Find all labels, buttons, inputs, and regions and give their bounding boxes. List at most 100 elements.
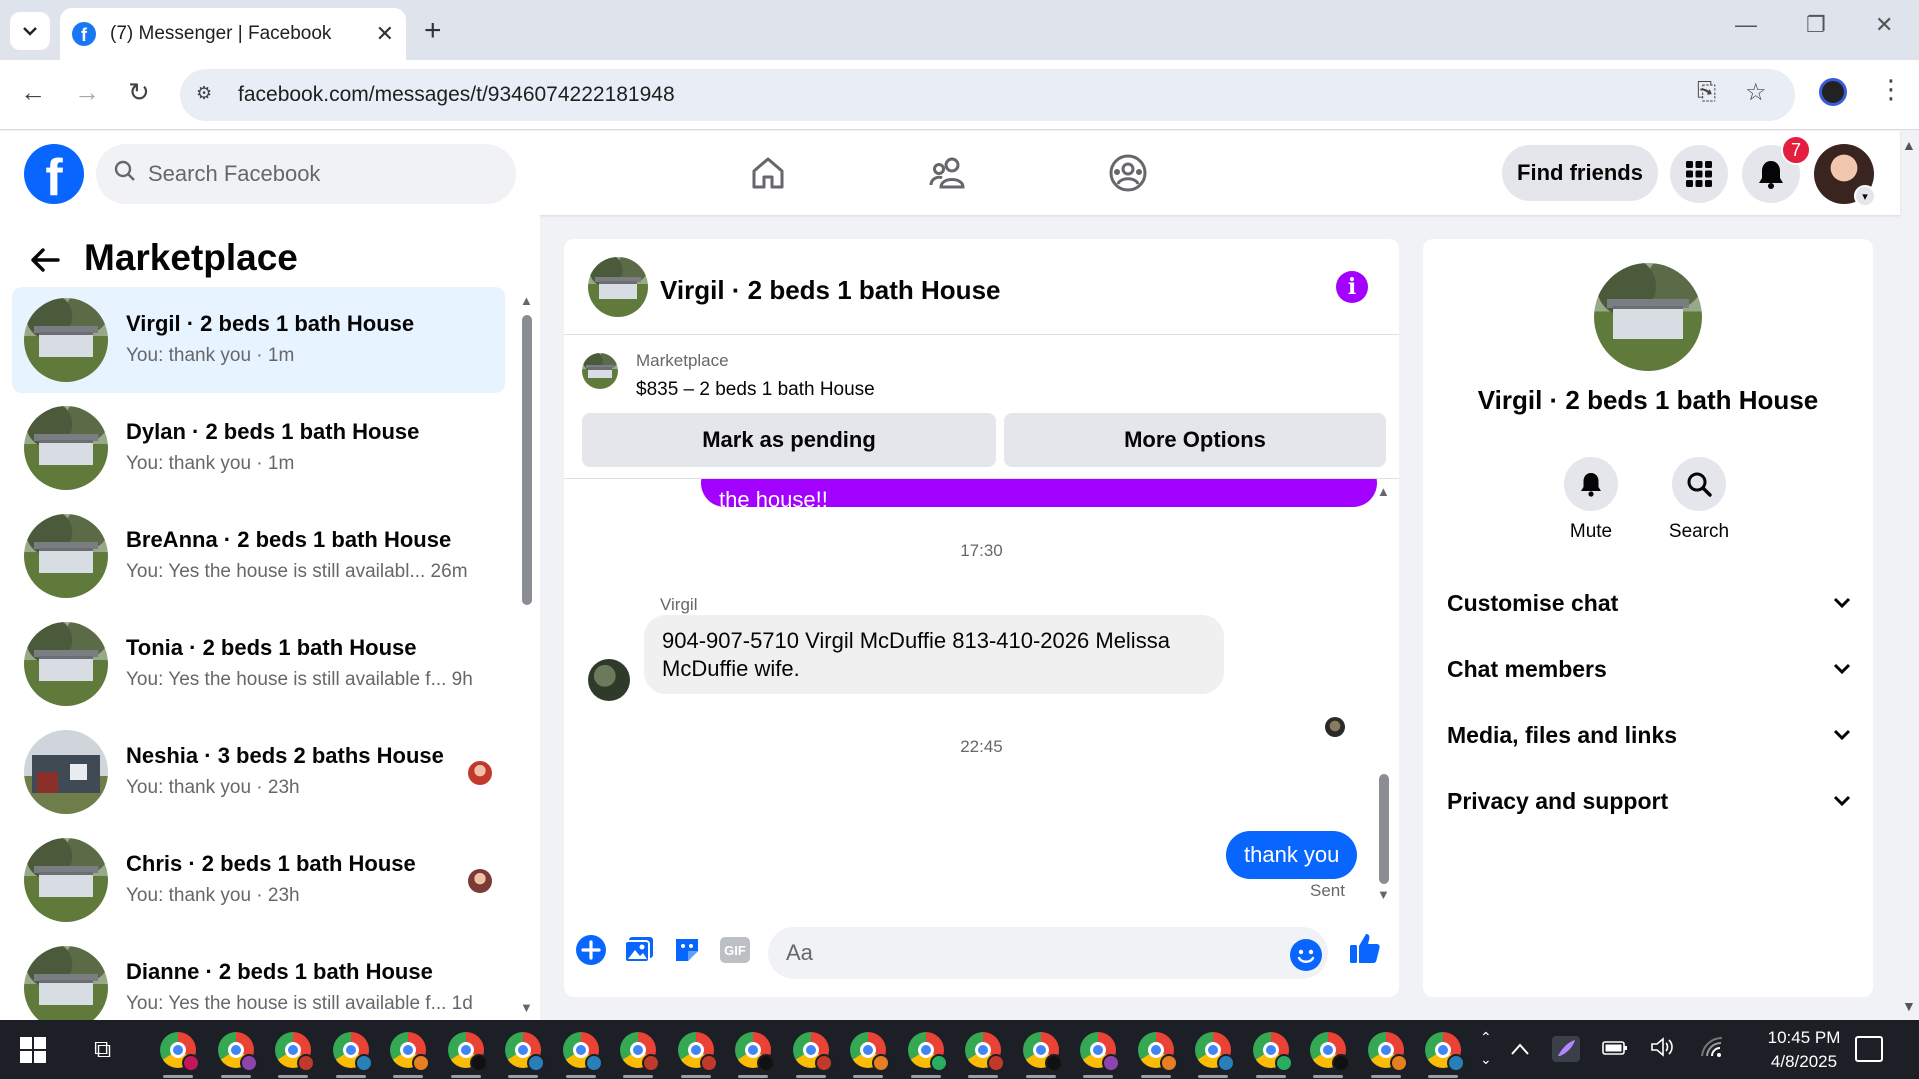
conversation-header-avatar[interactable]	[588, 257, 648, 317]
volume-icon[interactable]	[1650, 1036, 1676, 1064]
pen-feather-icon[interactable]	[1552, 1036, 1580, 1068]
listing-thumbnail[interactable]	[582, 353, 618, 389]
list-scroll-down-icon[interactable]: ▼	[520, 1000, 533, 1015]
thumbs-up-icon[interactable]	[1348, 931, 1382, 965]
facebook-search[interactable]	[96, 144, 516, 204]
chrome-taskbar-icon[interactable]	[160, 1032, 200, 1072]
chrome-taskbar-icon[interactable]	[275, 1032, 315, 1072]
listing-price-title[interactable]: $835 – 2 beds 1 bath House	[636, 379, 875, 401]
chrome-taskbar-icon[interactable]	[562, 1032, 603, 1072]
notification-center-icon[interactable]	[1855, 1036, 1883, 1062]
conversation-item[interactable]: BreAnna · 2 beds 1 bath House You: Yes t…	[12, 503, 505, 609]
back-arrow-icon[interactable]	[30, 243, 60, 282]
chrome-taskbar-icon[interactable]	[1252, 1032, 1293, 1072]
task-view-icon[interactable]: ⧉	[94, 1036, 111, 1064]
back-icon[interactable]: ←	[20, 77, 46, 108]
customise-chat-section[interactable]: Customise chat	[1447, 575, 1851, 631]
reload-icon[interactable]: ↻	[128, 77, 150, 108]
chrome-taskbar-icon[interactable]	[850, 1032, 890, 1072]
chrome-taskbar-icon[interactable]	[505, 1032, 545, 1072]
chrome-taskbar-icon[interactable]	[1367, 1032, 1408, 1072]
site-info-icon[interactable]: ⚙	[196, 83, 220, 107]
conversation-item[interactable]: Virgil · 2 beds 1 bath House You: thank …	[12, 287, 505, 393]
chrome-taskbar-icon[interactable]	[1022, 1032, 1063, 1072]
chrome-taskbar-icon[interactable]	[217, 1032, 258, 1072]
bookmark-star-icon[interactable]: ☆	[1745, 78, 1767, 107]
account-chevron-icon[interactable]: ▾	[1854, 185, 1876, 207]
wifi-icon[interactable]	[1700, 1036, 1724, 1064]
close-window-icon[interactable]: ✕	[1875, 12, 1893, 38]
restore-icon[interactable]: ❐	[1806, 12, 1826, 38]
gif-icon[interactable]: GIF	[718, 933, 752, 967]
details-avatar[interactable]	[1594, 263, 1702, 371]
conversation-item[interactable]: Neshia · 3 beds 2 baths House You: thank…	[12, 719, 505, 825]
message-input[interactable]	[768, 927, 1328, 979]
photo-icon[interactable]	[622, 933, 656, 967]
address-bar[interactable]: ⚙ facebook.com/messages/t/93460742221819…	[180, 69, 1795, 121]
tab-search-button[interactable]	[10, 12, 50, 50]
chrome-taskbar-icon[interactable]	[390, 1032, 430, 1072]
emoji-icon[interactable]	[1290, 939, 1322, 971]
chat-members-section[interactable]: Chat members	[1447, 641, 1851, 697]
chrome-taskbar-icon[interactable]	[792, 1032, 833, 1072]
conversation-item[interactable]: Chris · 2 beds 1 bath House You: thank y…	[12, 827, 505, 933]
sent-message-bubble[interactable]: thank you	[1226, 831, 1358, 879]
chrome-taskbar-icon[interactable]	[1310, 1032, 1350, 1072]
chrome-taskbar-icon[interactable]	[677, 1032, 718, 1072]
plus-circle-icon[interactable]	[574, 933, 608, 967]
sender-avatar[interactable]	[588, 659, 630, 701]
battery-icon[interactable]	[1602, 1036, 1628, 1062]
thread-scrollbar[interactable]	[1379, 774, 1389, 884]
list-scroll-up-icon[interactable]: ▲	[520, 293, 533, 308]
mark-as-pending-button[interactable]: Mark as pending	[582, 413, 996, 467]
conversation-item[interactable]: Dylan · 2 beds 1 bath House You: thank y…	[12, 395, 505, 501]
browser-menu-icon[interactable]: ⋮	[1878, 74, 1904, 105]
media-files-links-section[interactable]: Media, files and links	[1447, 707, 1851, 763]
sticker-icon[interactable]	[670, 933, 704, 967]
find-friends-button[interactable]: Find friends	[1502, 145, 1658, 201]
chrome-taskbar-icon[interactable]	[1080, 1032, 1120, 1072]
sent-message-bubble[interactable]: the house!!	[701, 479, 1377, 507]
received-message-bubble[interactable]: 904-907-5710 Virgil McDuffie 813-410-202…	[644, 615, 1224, 694]
chrome-taskbar-icon[interactable]	[332, 1032, 373, 1072]
install-app-icon[interactable]: ⎘	[1697, 78, 1716, 106]
chrome-taskbar-icon[interactable]	[1195, 1032, 1235, 1072]
search-in-conversation-button[interactable]: Search	[1649, 457, 1749, 543]
windows-start-icon[interactable]	[20, 1037, 46, 1063]
conversation-item[interactable]: Dianne · 2 beds 1 bath House You: Yes th…	[12, 935, 505, 1020]
facebook-search-input[interactable]	[148, 161, 488, 187]
list-scrollbar[interactable]	[522, 315, 532, 605]
conversation-item[interactable]: Tonia · 2 beds 1 bath House You: Yes the…	[12, 611, 505, 717]
more-options-button[interactable]: More Options	[1004, 413, 1386, 467]
browser-profile-icon[interactable]	[1819, 78, 1847, 106]
chrome-taskbar-icon[interactable]	[447, 1032, 488, 1072]
forward-icon[interactable]: →	[74, 77, 100, 108]
close-tab-icon[interactable]: ✕	[376, 21, 394, 47]
friends-icon[interactable]	[926, 151, 970, 195]
chrome-taskbar-icon[interactable]	[620, 1032, 660, 1072]
privacy-support-section[interactable]: Privacy and support	[1447, 773, 1851, 829]
new-tab-button[interactable]: +	[424, 14, 442, 48]
chrome-taskbar-icon[interactable]	[1137, 1032, 1178, 1072]
menu-grid-icon[interactable]	[1670, 145, 1728, 203]
chrome-taskbar-icon[interactable]	[1425, 1032, 1465, 1072]
taskbar-scroll-icon[interactable]: ⌃ ⌄	[1480, 1026, 1492, 1070]
chrome-taskbar-icon[interactable]	[907, 1032, 948, 1072]
page-scroll-down-icon[interactable]: ▼	[1902, 998, 1916, 1014]
info-icon[interactable]: i	[1336, 271, 1368, 303]
show-hidden-icons-icon[interactable]	[1510, 1036, 1530, 1062]
page-scroll-up-icon[interactable]: ▲	[1902, 137, 1916, 153]
system-clock[interactable]: 10:45 PM 4/8/2025	[1744, 1026, 1864, 1074]
thread-scroll-down-icon[interactable]: ▼	[1377, 887, 1390, 902]
thread-scroll-up-icon[interactable]: ▲	[1377, 484, 1390, 499]
home-icon[interactable]	[746, 151, 790, 195]
chrome-taskbar-icon[interactable]	[965, 1032, 1005, 1072]
chrome-taskbar-icon[interactable]	[735, 1032, 775, 1072]
conversation-title[interactable]: Virgil · 2 beds 1 bath House	[660, 275, 1001, 306]
mute-button[interactable]: Mute	[1541, 457, 1641, 543]
minimize-icon[interactable]: —	[1735, 12, 1757, 38]
browser-tab[interactable]: f (7) Messenger | Facebook ✕	[60, 8, 406, 60]
groups-icon[interactable]	[1106, 151, 1150, 195]
facebook-logo-icon[interactable]: f	[24, 144, 84, 204]
url-text[interactable]: facebook.com/messages/t/9346074222181948	[238, 83, 675, 107]
